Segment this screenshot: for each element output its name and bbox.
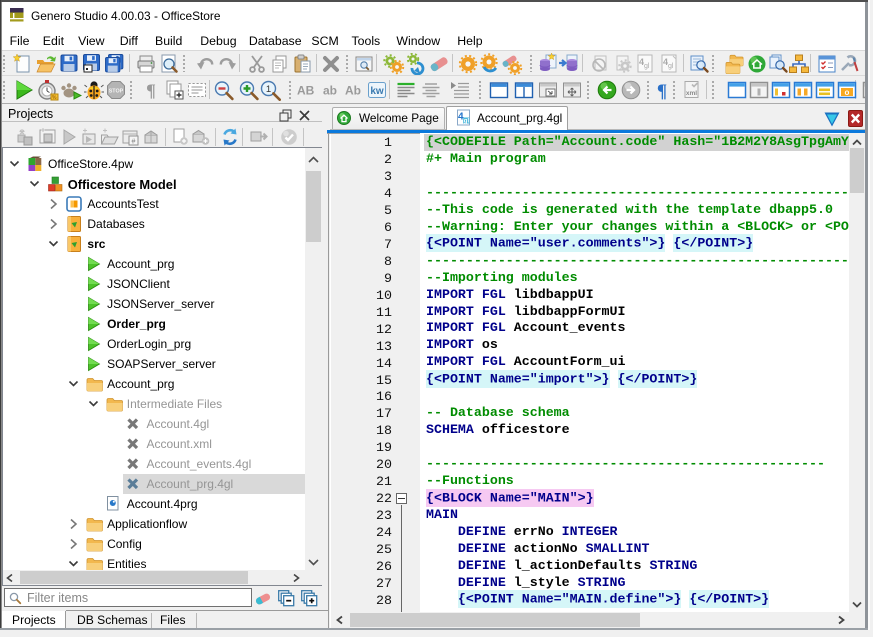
svg-text:o: o (845, 88, 850, 97)
svg-text:%: % (52, 95, 57, 101)
svg-text:1: 1 (266, 84, 271, 95)
svg-text:AB: AB (297, 84, 315, 98)
svg-text:xml: xml (686, 90, 697, 97)
svg-text:Ab: Ab (345, 84, 361, 98)
svg-text:STOP: STOP (109, 88, 124, 94)
svg-text:gl: gl (668, 63, 674, 70)
svg-text:ab: ab (323, 84, 337, 98)
svg-text:¶: ¶ (146, 81, 156, 101)
svg-text:gl: gl (464, 119, 470, 125)
svg-text:¶: ¶ (657, 81, 667, 101)
svg-text:#: # (132, 139, 136, 146)
svg-text:gl: gl (644, 63, 650, 70)
svg-text:kw: kw (370, 86, 384, 97)
